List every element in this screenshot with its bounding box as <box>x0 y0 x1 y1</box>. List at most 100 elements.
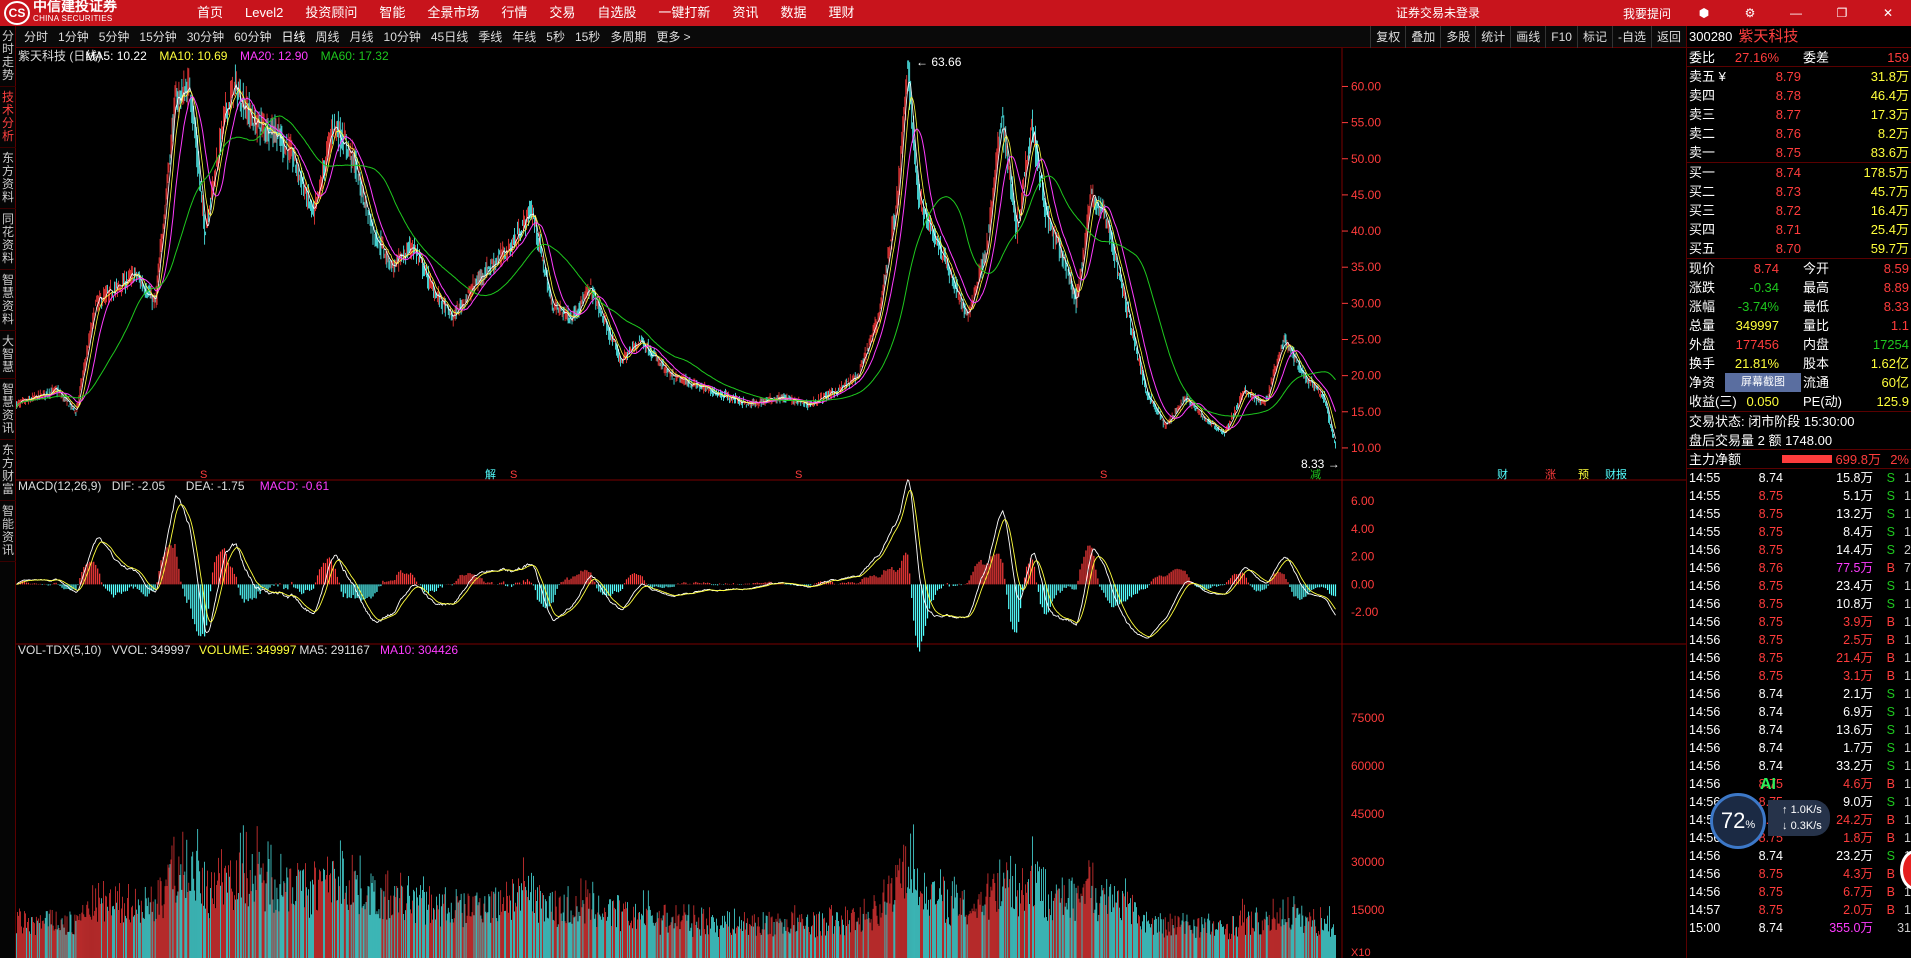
left-tab[interactable]: 技术分析 <box>0 87 16 148</box>
chart-tool-button[interactable]: 画线 <box>1510 26 1545 48</box>
left-tab[interactable]: 智慧资讯 <box>0 379 16 440</box>
tick-price: 8.75 <box>1758 507 1783 521</box>
speed-unit: % <box>1745 819 1756 831</box>
event-marker[interactable]: S <box>1100 469 1107 481</box>
period-tab[interactable]: 15分钟 <box>134 26 181 48</box>
event-marker[interactable]: 减 <box>1310 468 1321 481</box>
chart-tool-button[interactable]: 复权 <box>1370 26 1405 48</box>
event-marker[interactable]: 财 <box>1497 467 1508 481</box>
period-tab[interactable]: 10分钟 <box>379 26 426 48</box>
nav-item[interactable]: 投资顾问 <box>294 0 368 26</box>
period-tab[interactable]: 5秒 <box>541 26 570 48</box>
nav-item[interactable]: 理财 <box>817 0 865 26</box>
stat-cell: -3.74% <box>1737 299 1779 314</box>
tick-count: 1 <box>1904 723 1911 737</box>
tick-price: 8.75 <box>1758 543 1783 557</box>
restore-icon[interactable]: ❐ <box>1829 6 1855 20</box>
speed-rates: ↑ 1.0K/s ↓ 0.3K/s <box>1768 800 1830 836</box>
tick-time: 14:55 <box>1689 471 1721 485</box>
period-tab[interactable]: 45日线 <box>426 26 473 48</box>
nav-item[interactable]: 一键打新 <box>647 0 721 26</box>
orderbook-row[interactable]: 买二 8.73 45.7万 <box>1687 182 1911 201</box>
tick-time: 14:55 <box>1689 507 1721 521</box>
nav-item[interactable]: 自选股 <box>586 0 647 26</box>
nav-item[interactable]: 行情 <box>490 0 538 26</box>
trade-login-status[interactable]: 证券交易未登录 <box>1396 0 1480 26</box>
tick-row: 14:56 8.75 10.8万 S 1 <box>1687 595 1911 613</box>
orderbook-row[interactable]: 卖二 8.76 8.2万 <box>1687 124 1911 143</box>
period-tab[interactable]: 年线 <box>507 26 541 48</box>
tick-price: 8.75 <box>1758 903 1783 917</box>
minimize-icon[interactable]: — <box>1783 6 1809 20</box>
stat-cell: PE(动) <box>1803 394 1843 409</box>
tick-time: 14:56 <box>1689 615 1721 629</box>
stat-cell: 涨幅 <box>1689 299 1716 314</box>
nav-item[interactable]: 智能 <box>368 0 416 26</box>
tick-side: B <box>1886 903 1895 917</box>
orderbook-row[interactable]: 卖三 8.77 17.3万 <box>1687 105 1911 124</box>
left-tab[interactable]: 智能资讯 <box>0 501 16 562</box>
period-tab[interactable]: 周线 <box>310 26 344 48</box>
tick-side: S <box>1886 489 1895 503</box>
event-marker[interactable]: 财报 <box>1605 467 1627 481</box>
period-tab[interactable]: 更多 > <box>651 26 695 48</box>
orderbook-row[interactable]: 买五 8.70 59.7万 <box>1687 239 1911 258</box>
period-tab[interactable]: 月线 <box>345 26 379 48</box>
period-tab[interactable]: 多周期 <box>605 26 651 48</box>
stat-row: 净资 屏幕截图 流通 60亿 <box>1687 373 1911 392</box>
period-tab[interactable]: 5分钟 <box>94 26 135 48</box>
tick-side: S <box>1886 597 1895 611</box>
tick-list[interactable]: 14:55 8.74 15.8万 S 1 14:55 8.75 5.1万 S 1 14:55 8.75… <box>1687 469 1911 937</box>
period-tab[interactable]: 1分钟 <box>53 26 94 48</box>
chart-tool-button[interactable]: -自选 <box>1611 26 1651 48</box>
close-icon[interactable]: ✕ <box>1875 6 1901 20</box>
event-marker[interactable]: S <box>795 469 802 481</box>
orderbook-row[interactable]: 买四 8.71 25.4万 <box>1687 220 1911 239</box>
chart-tool-button[interactable]: 多股 <box>1440 26 1475 48</box>
nav-item[interactable]: 全景市场 <box>416 0 490 26</box>
chart-tool-button[interactable]: 标记 <box>1576 26 1612 48</box>
chart-tool-button[interactable]: 叠加 <box>1405 26 1440 48</box>
period-tab[interactable]: 分时 <box>19 26 53 48</box>
period-tab[interactable]: 日线 <box>276 26 310 48</box>
chart-tool-button[interactable]: F10 <box>1545 26 1577 48</box>
orderbook-row[interactable]: 买一 8.74 178.5万 <box>1687 163 1911 182</box>
kline-chart-area[interactable]: 60.00 55.00 50.00 45.00 40.00 35.00 30.00 25.00… <box>16 48 1686 958</box>
orderbook-row[interactable]: 卖一 8.75 83.6万 <box>1687 143 1911 162</box>
left-tab[interactable]: 大智慧 <box>0 331 16 379</box>
event-marker[interactable]: 涨 <box>1545 468 1556 481</box>
period-tab[interactable]: 15秒 <box>570 26 605 48</box>
cube-icon[interactable]: ⬢ <box>1691 6 1717 20</box>
nav-item[interactable]: 首页 <box>186 0 234 26</box>
orderbook-row[interactable]: 买三 8.72 16.4万 <box>1687 201 1911 220</box>
period-tab[interactable]: 季线 <box>473 26 507 48</box>
left-tab[interactable]: 分时走势 <box>0 26 16 87</box>
chart-tool-button[interactable]: 统计 <box>1475 26 1510 48</box>
nav-item[interactable]: Level2 <box>234 0 294 26</box>
vvol-legend: VVOL: 349997 <box>112 643 191 657</box>
tick-side: S <box>1886 759 1895 773</box>
nav-item[interactable]: 交易 <box>538 0 586 26</box>
event-marker[interactable]: S <box>510 469 517 481</box>
gear-icon[interactable]: ⚙ <box>1737 6 1763 20</box>
period-tab[interactable]: 30分钟 <box>182 26 229 48</box>
net-speed-widget[interactable]: 72% ↑ 1.0K/s ↓ 0.3K/s <box>1710 790 1860 850</box>
nav-item[interactable]: 资讯 <box>721 0 769 26</box>
event-marker[interactable]: 预 <box>1578 468 1589 481</box>
left-tab[interactable]: 东方财富 <box>0 440 16 501</box>
event-marker[interactable]: 解 <box>485 467 496 481</box>
stat-cell: 量比 <box>1803 318 1830 333</box>
nav-item[interactable]: 数据 <box>769 0 817 26</box>
ask-question-link[interactable]: 我要提问 <box>1623 5 1671 22</box>
tick-volume: 4.3万 <box>1843 867 1873 881</box>
period-tab[interactable]: 60分钟 <box>229 26 276 48</box>
stat-row: 涨幅 -3.74% 最低 8.33 <box>1687 297 1911 316</box>
vol-unit-label: X10 <box>1351 947 1371 958</box>
orderbook-row[interactable]: 卖五 ¥ 8.79 31.8万 <box>1687 67 1911 86</box>
orderbook-row[interactable]: 卖四 8.78 46.4万 <box>1687 86 1911 105</box>
chart-tool-button[interactable]: 返回 <box>1650 26 1686 48</box>
left-tab[interactable]: 东方资料 <box>0 148 16 209</box>
left-tab[interactable]: 智慧资料 <box>0 270 16 331</box>
left-tab[interactable]: 同花资料 <box>0 209 16 270</box>
macd-tick-label: 4.00 <box>1351 522 1375 536</box>
